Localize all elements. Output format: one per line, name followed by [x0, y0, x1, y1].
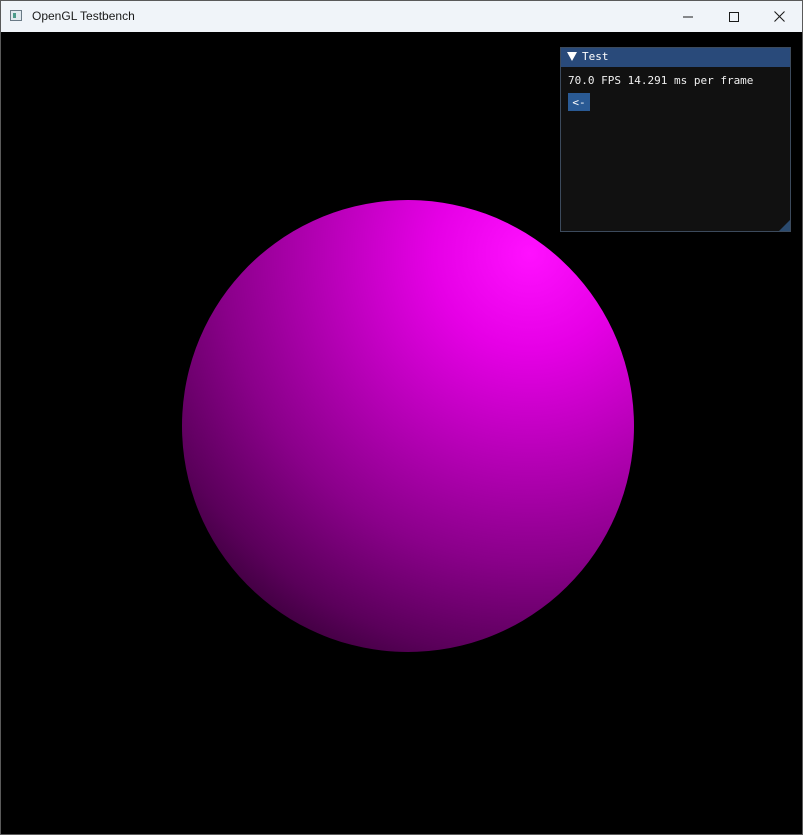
maximize-icon — [729, 11, 739, 22]
resize-grip[interactable] — [779, 220, 790, 231]
maximize-button[interactable] — [711, 1, 757, 32]
panel-title: Test — [582, 50, 609, 63]
back-button[interactable]: <- — [568, 93, 590, 111]
panel-title-bar[interactable]: Test — [561, 48, 790, 67]
triangle-down-icon[interactable] — [567, 52, 577, 61]
close-icon — [773, 11, 785, 22]
app-window: OpenGL Testbench Test 70.0 FPS 14.291 ms… — [0, 0, 803, 835]
close-button[interactable] — [756, 1, 802, 32]
title-bar[interactable]: OpenGL Testbench — [1, 1, 802, 32]
app-window-icon — [10, 10, 22, 21]
minimize-button[interactable] — [665, 1, 711, 32]
rendered-sphere — [152, 170, 664, 682]
minimize-icon — [683, 16, 693, 17]
imgui-test-panel[interactable]: Test 70.0 FPS 14.291 ms per frame <- — [560, 47, 791, 232]
window-title: OpenGL Testbench — [32, 9, 135, 23]
fps-stats-text: 70.0 FPS 14.291 ms per frame — [568, 74, 754, 87]
